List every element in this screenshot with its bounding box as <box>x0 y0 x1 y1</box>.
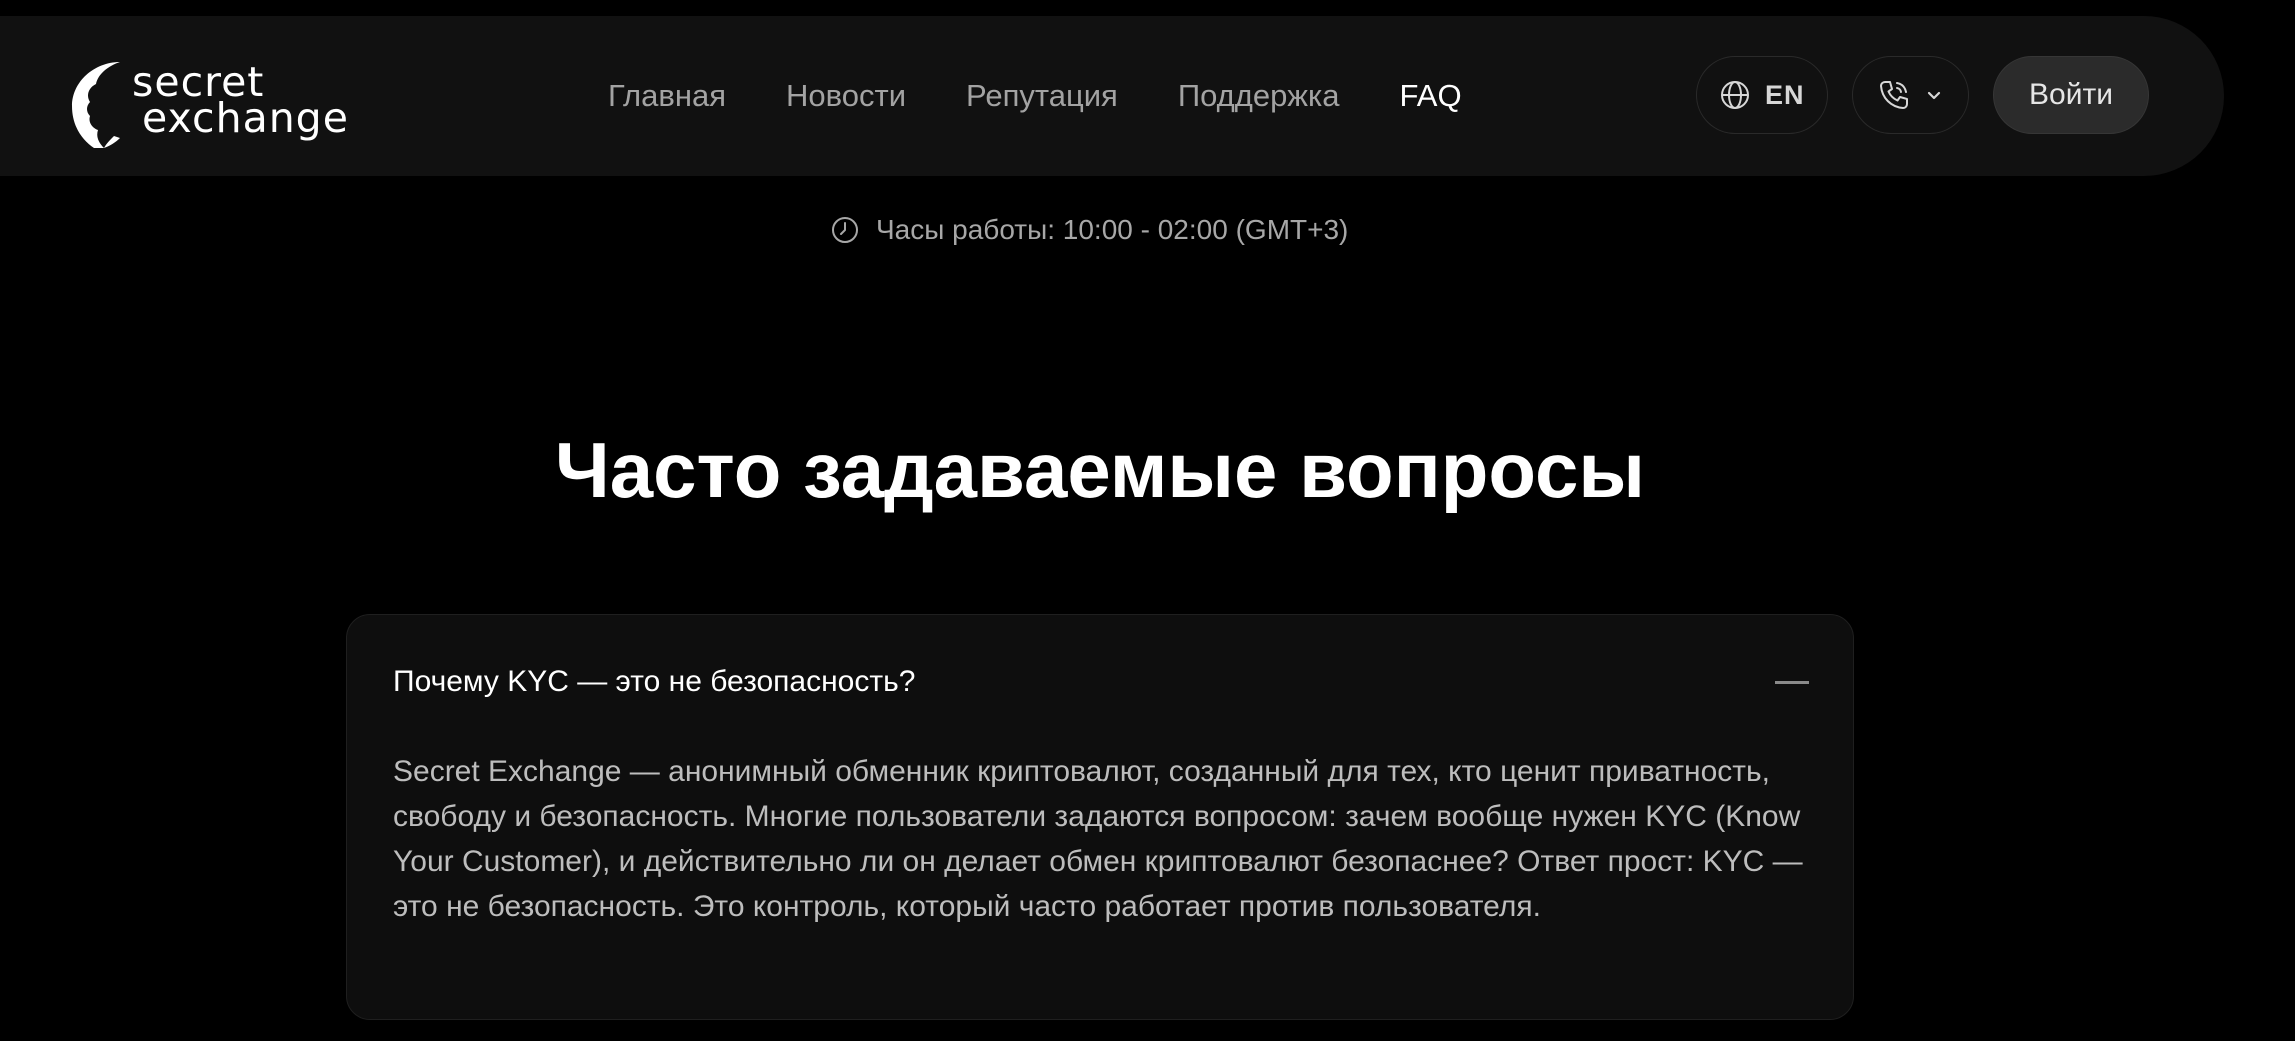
page-title: Часто задаваемые вопросы <box>554 426 1646 514</box>
work-hours-text: Часы работы: 10:00 - 02:00 (GMT+3) <box>876 214 1349 245</box>
clock-icon <box>832 217 858 243</box>
nav-item-support[interactable]: Поддержка <box>1178 78 1340 114</box>
phone-icon <box>1880 81 1908 109</box>
phone-dropdown[interactable] <box>1852 56 1969 134</box>
logo-silhouette-icon <box>72 62 120 148</box>
language-label: EN <box>1765 79 1805 110</box>
secret-exchange-logo[interactable]: secret exchange <box>68 56 408 152</box>
globe-icon <box>1721 81 1749 109</box>
nav-item-news[interactable]: Новости <box>786 78 906 114</box>
logo-wordmark: secret exchange <box>132 62 349 142</box>
nav-item-faq[interactable]: FAQ <box>1400 78 1462 114</box>
minus-icon[interactable] <box>1775 681 1809 684</box>
page: secret exchange Главная Новости Репутаци… <box>0 0 2295 1041</box>
language-switcher[interactable]: EN <box>1696 56 1828 134</box>
logo-line-exchange: exchange <box>142 94 349 142</box>
faq-question[interactable]: Почему KYC — это не безопасность? <box>393 665 915 699</box>
nav-item-reputation[interactable]: Репутация <box>966 78 1118 114</box>
nav-item-home[interactable]: Главная <box>608 78 726 114</box>
work-hours: Часы работы: 10:00 - 02:00 (GMT+3) <box>830 210 1348 250</box>
login-button[interactable]: Войти <box>1993 56 2149 134</box>
faq-item: Почему KYC — это не безопасность? Secret… <box>346 614 1854 1020</box>
faq-answer: Secret Exchange — анонимный обменник кри… <box>393 755 1803 923</box>
chevron-down-icon <box>1927 91 1941 100</box>
main-nav: Главная Новости Репутация Поддержка FAQ <box>608 16 1462 176</box>
top-header: secret exchange Главная Новости Репутаци… <box>0 16 2224 176</box>
